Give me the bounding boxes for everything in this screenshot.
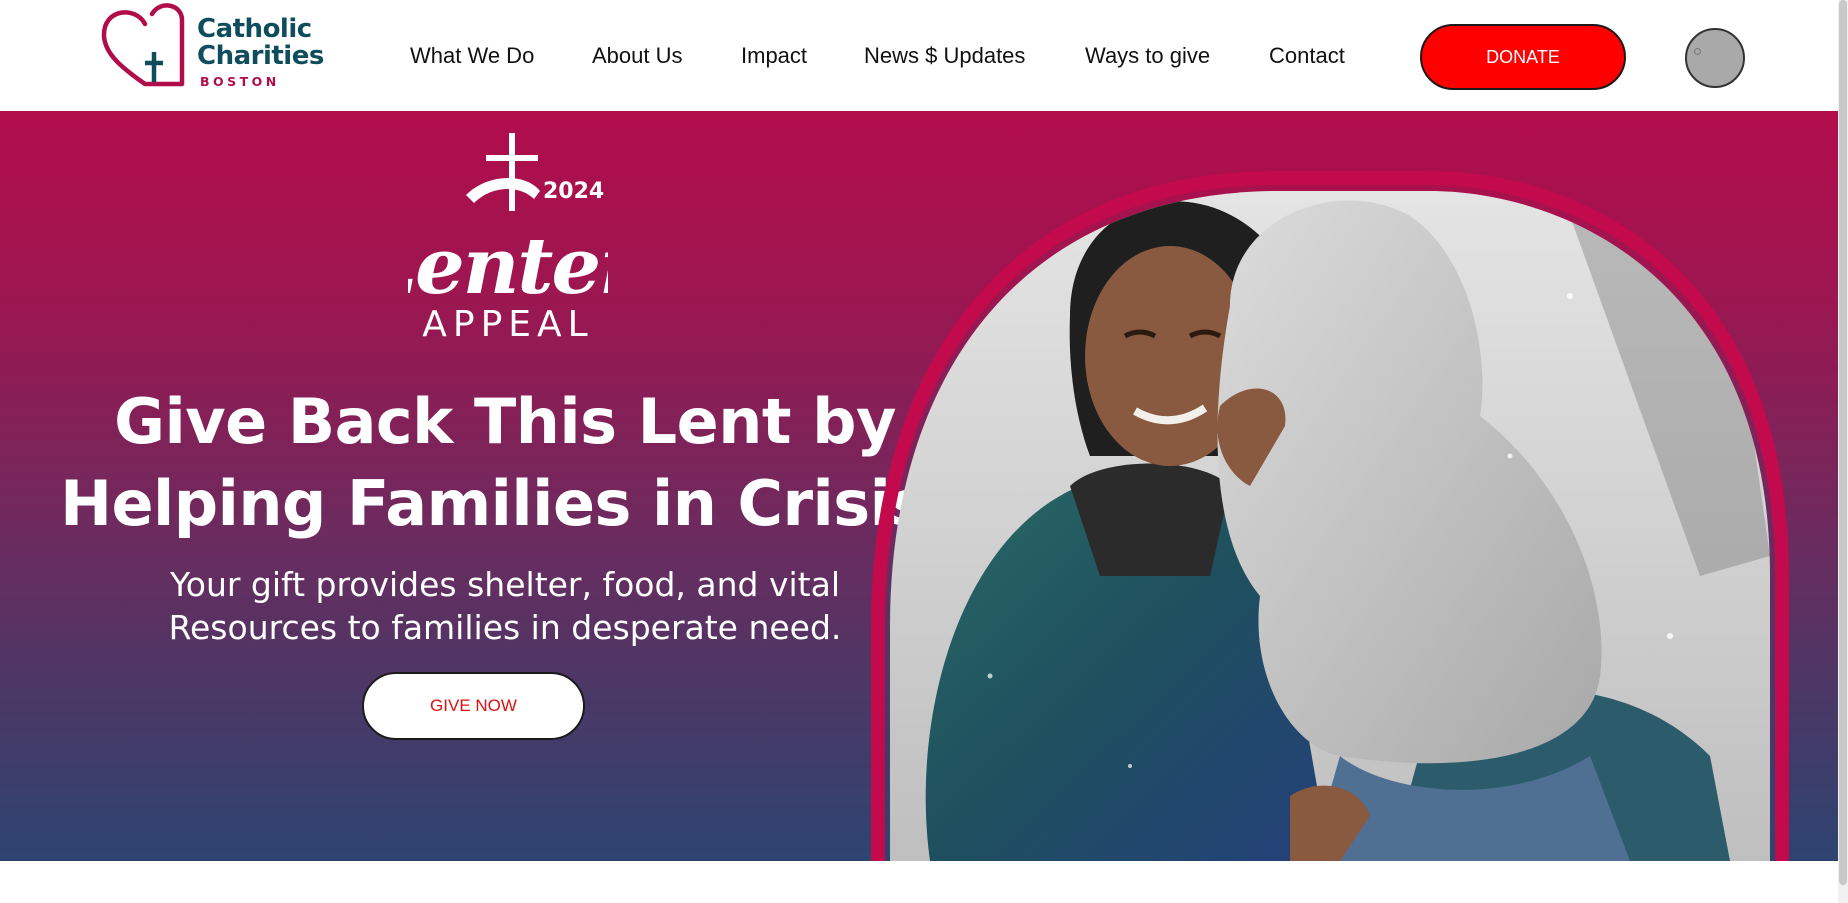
site-header: Catholic Charities BOSTON What We Do Abo…	[0, 0, 1838, 111]
headline-line-2: Helping Families in Crisis.	[60, 467, 950, 540]
logo-line-2: Charities	[197, 41, 324, 71]
nav-item-contact[interactable]: Contact	[1269, 43, 1345, 69]
hero-photo-mother-and-child	[871, 171, 1789, 861]
badge-caption: APPEAL	[422, 304, 593, 343]
account-avatar-icon[interactable]	[1685, 28, 1745, 88]
logo-line-1: Catholic	[197, 14, 312, 44]
heart-cross-logo-icon	[101, 3, 185, 87]
avatar-placeholder-icon	[1694, 48, 1701, 55]
nav-item-impact[interactable]: Impact	[741, 43, 807, 69]
nav-item-what-we-do[interactable]: What We Do	[410, 43, 534, 69]
hero-subtext: Your gift provides shelter, food, and vi…	[100, 563, 910, 649]
headline-line-1: Give Back This Lent by	[114, 385, 896, 458]
hero-headline: Give Back This Lent by Helping Families …	[60, 381, 950, 545]
logo-subline: BOSTON	[200, 74, 280, 89]
subtext-line-1: Your gift provides shelter, food, and vi…	[169, 565, 841, 604]
subtext-line-2: Resources to families in desperate need.	[168, 608, 842, 647]
nav-item-ways-to-give[interactable]: Ways to give	[1085, 43, 1210, 69]
scrollbar-thumb[interactable]	[1839, 0, 1847, 885]
catholic-charities-logo[interactable]: Catholic Charities BOSTON	[100, 2, 324, 92]
nav-item-news-updates[interactable]: News $ Updates	[864, 43, 1025, 69]
give-now-button[interactable]: GIVE NOW	[362, 672, 585, 740]
lenten-appeal-badge: 2024 Lenten APPEAL	[408, 133, 608, 343]
logo-wordmark: Catholic Charities BOSTON	[197, 14, 324, 90]
badge-year: 2024	[543, 179, 604, 204]
hero-banner: 2024 Lenten APPEAL Give Back This Lent b…	[0, 111, 1838, 861]
donate-button[interactable]: DONATE	[1420, 24, 1626, 90]
cross-icon	[466, 133, 540, 211]
page-scrollbar[interactable]	[1838, 0, 1848, 903]
badge-script-word: Lenten	[408, 221, 608, 312]
nav-item-about-us[interactable]: About Us	[592, 43, 683, 69]
